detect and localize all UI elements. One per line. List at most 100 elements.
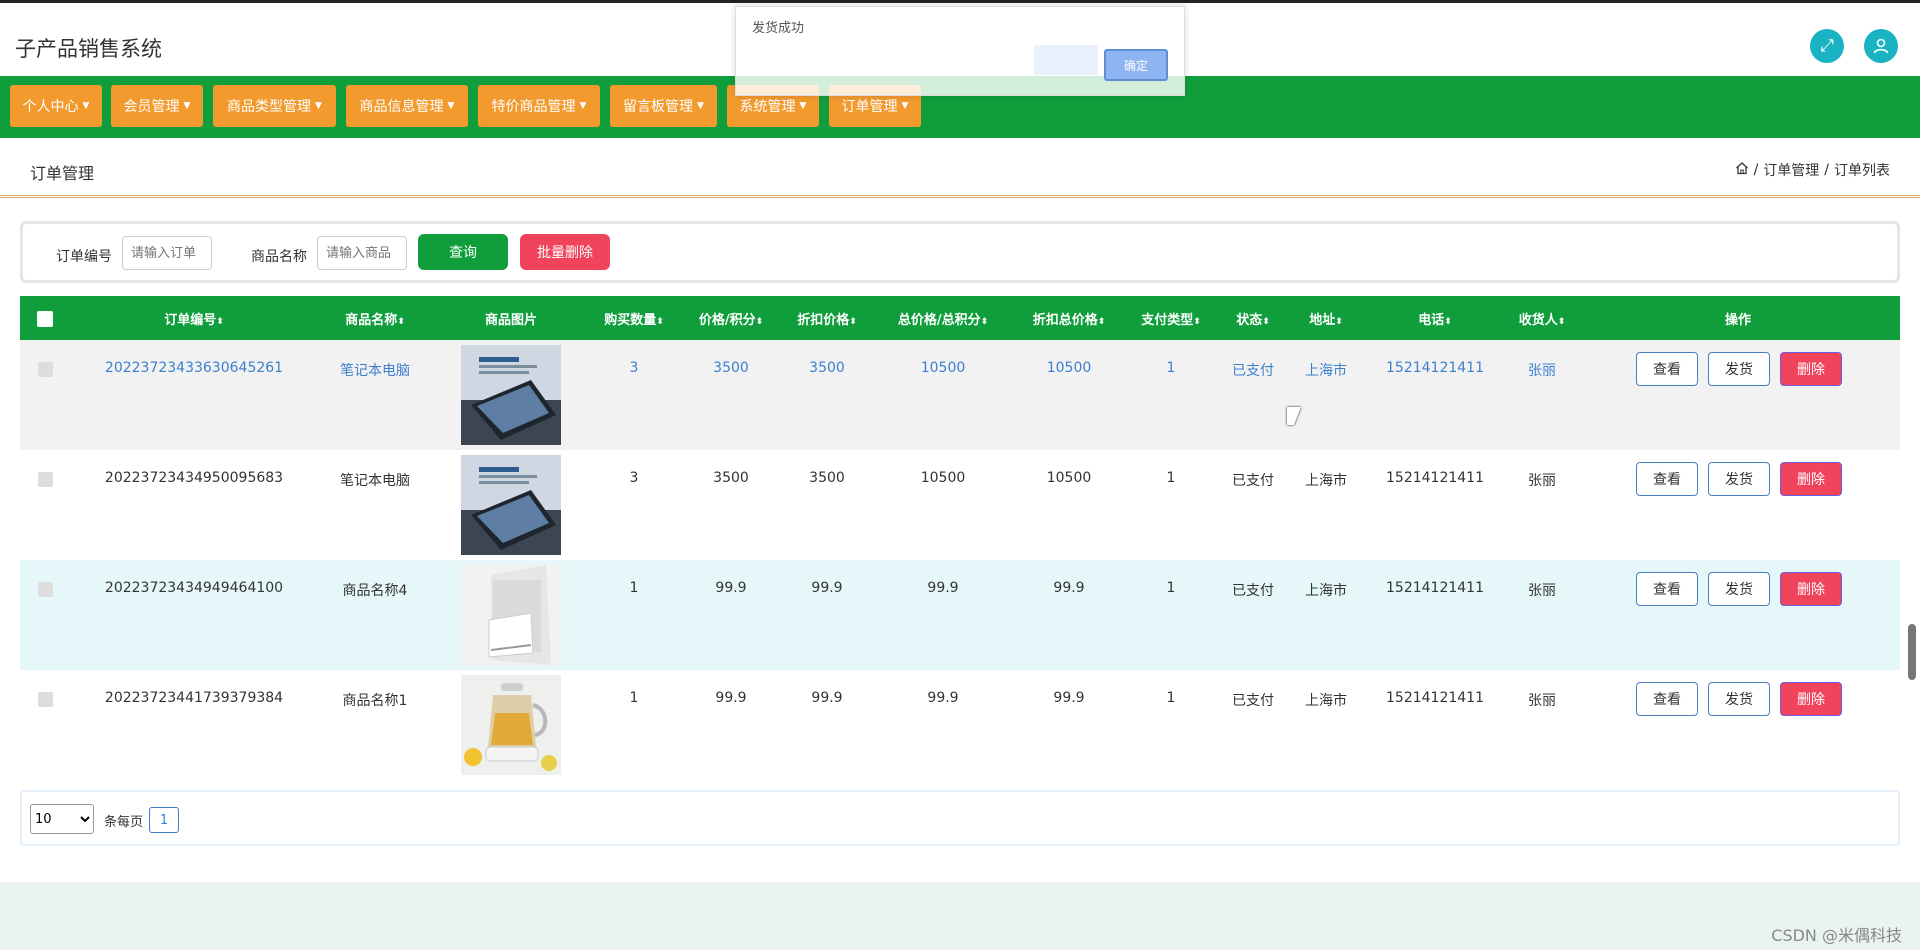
scrollbar-thumb[interactable] bbox=[1908, 624, 1916, 680]
cell-product: 商品名称1 bbox=[342, 693, 408, 709]
cell-pay-type: 1 bbox=[1166, 470, 1176, 486]
home-icon[interactable] bbox=[1735, 161, 1749, 179]
caret-down-icon: ▼ bbox=[447, 101, 455, 111]
column-header-pay-type[interactable]: 支付类型⬍ bbox=[1141, 309, 1201, 328]
column-header-total[interactable]: 总价格/总积分⬍ bbox=[898, 309, 988, 328]
sort-icon: ⬍ bbox=[1193, 317, 1201, 327]
table-row[interactable]: 20223723434949464100 商品名称4 1 99.9 99.9 9… bbox=[20, 560, 1900, 670]
column-header-discount-total[interactable]: 折扣总价格⬍ bbox=[1033, 309, 1106, 328]
delete-button[interactable]: 删除 bbox=[1780, 352, 1842, 386]
view-button[interactable]: 查看 bbox=[1636, 462, 1698, 496]
cell-phone: 15214121411 bbox=[1386, 470, 1484, 486]
view-button[interactable]: 查看 bbox=[1636, 352, 1698, 386]
success-dialog: 发货成功 确定 bbox=[735, 6, 1185, 96]
cell-discount-total: 10500 bbox=[1046, 360, 1092, 376]
order-no-label: 订单编号 bbox=[56, 249, 112, 265]
orders-table: 订单编号⬍ 商品名称⬍ 商品图片 购买数量⬍ 价格/积分⬍ 折扣价格⬍ 总价格/… bbox=[20, 296, 1900, 780]
app-title: 子产品销售系统 bbox=[15, 37, 162, 61]
breadcrumb-item-orders[interactable]: 订单管理 bbox=[1763, 160, 1819, 180]
product-image-laptop bbox=[461, 455, 561, 555]
row-checkbox[interactable] bbox=[38, 582, 53, 597]
dialog-message: 发货成功 bbox=[752, 21, 805, 36]
per-page-label: 条每页 bbox=[104, 815, 144, 830]
table-row[interactable]: 20223723434950095683 笔记本电脑 3 3500 3500 1… bbox=[20, 450, 1900, 560]
cell-discount-price: 99.9 bbox=[811, 580, 843, 596]
product-name-input[interactable] bbox=[317, 236, 407, 270]
cell-price: 99.9 bbox=[715, 690, 747, 706]
cell-phone: 15214121411 bbox=[1386, 690, 1484, 706]
row-checkbox[interactable] bbox=[38, 692, 53, 707]
cell-discount-total: 99.9 bbox=[1053, 580, 1085, 596]
table-row[interactable]: 20223723441739379384 商品名称1 1 99.9 99.9 9… bbox=[20, 670, 1900, 780]
nav-item-product-info[interactable]: 商品信息管理 ▼ bbox=[346, 85, 468, 127]
ship-button[interactable]: 发货 bbox=[1708, 682, 1770, 716]
cell-qty: 3 bbox=[629, 470, 639, 486]
nav-item-message-board[interactable]: 留言板管理 ▼ bbox=[610, 85, 717, 127]
cell-discount-total: 10500 bbox=[1046, 470, 1092, 486]
user-icon[interactable] bbox=[1864, 29, 1898, 63]
mouse-cursor-icon bbox=[1287, 407, 1301, 425]
cell-qty: 1 bbox=[629, 580, 639, 596]
ship-button[interactable]: 发货 bbox=[1708, 352, 1770, 386]
cell-phone: 15214121411 bbox=[1386, 360, 1484, 376]
cell-status: 已支付 bbox=[1232, 693, 1274, 709]
fullscreen-icon[interactable]: ⤢ bbox=[1810, 29, 1844, 63]
watermark: CSDN @米偶科技 bbox=[1771, 926, 1902, 945]
page-size-select[interactable]: 10 bbox=[30, 804, 94, 834]
select-all-checkbox[interactable] bbox=[37, 311, 53, 327]
nav-item-personal[interactable]: 个人中心 ▼ bbox=[10, 85, 102, 127]
sort-icon: ⬍ bbox=[849, 317, 857, 327]
nav-item-product-types[interactable]: 商品类型管理 ▼ bbox=[213, 85, 336, 127]
batch-delete-button[interactable]: 批量删除 bbox=[520, 234, 610, 270]
cell-receiver: 张丽 bbox=[1528, 473, 1556, 489]
cell-price: 3500 bbox=[713, 470, 749, 486]
sort-icon: ⬍ bbox=[397, 317, 405, 327]
column-header-qty[interactable]: 购买数量⬍ bbox=[604, 309, 664, 328]
delete-button[interactable]: 删除 bbox=[1780, 462, 1842, 496]
ship-button[interactable]: 发货 bbox=[1708, 572, 1770, 606]
cell-receiver: 张丽 bbox=[1528, 693, 1556, 709]
column-header-order-no[interactable]: 订单编号⬍ bbox=[164, 309, 224, 328]
dialog-ok-button[interactable]: 确定 bbox=[1104, 49, 1168, 81]
column-header-price[interactable]: 价格/积分⬍ bbox=[699, 309, 763, 328]
cell-price: 99.9 bbox=[715, 580, 747, 596]
search-panel: 订单编号 商品名称 查询 批量删除 bbox=[20, 221, 1900, 283]
caret-down-icon: ▼ bbox=[183, 101, 191, 111]
caret-down-icon: ▼ bbox=[901, 101, 909, 111]
column-header-image: 商品图片 bbox=[484, 313, 538, 328]
column-header-phone[interactable]: 电话⬍ bbox=[1418, 309, 1452, 328]
view-button[interactable]: 查看 bbox=[1636, 572, 1698, 606]
caret-down-icon: ▼ bbox=[799, 101, 807, 111]
row-checkbox[interactable] bbox=[38, 472, 53, 487]
cell-discount-total: 99.9 bbox=[1053, 690, 1085, 706]
column-header-discount-price[interactable]: 折扣价格⬍ bbox=[797, 309, 857, 328]
order-no-input[interactable] bbox=[122, 236, 212, 270]
table-row[interactable]: 20223723433630645261 笔记本电脑 3 3500 3500 1… bbox=[20, 340, 1900, 450]
ship-button[interactable]: 发货 bbox=[1708, 462, 1770, 496]
row-checkbox[interactable] bbox=[38, 362, 53, 377]
nav-item-members[interactable]: 会员管理 ▼ bbox=[111, 85, 203, 127]
page-button-1[interactable]: 1 bbox=[149, 807, 179, 833]
caret-down-icon: ▼ bbox=[315, 101, 322, 111]
query-button[interactable]: 查询 bbox=[418, 234, 508, 270]
cell-receiver: 张丽 bbox=[1528, 363, 1556, 379]
product-image-laptop bbox=[461, 345, 561, 445]
column-header-status[interactable]: 状态⬍ bbox=[1236, 309, 1270, 328]
delete-button[interactable]: 删除 bbox=[1780, 572, 1842, 606]
delete-button[interactable]: 删除 bbox=[1780, 682, 1842, 716]
product-name-label: 商品名称 bbox=[251, 249, 307, 265]
cell-status: 已支付 bbox=[1232, 583, 1274, 599]
sort-icon: ⬍ bbox=[1335, 317, 1343, 327]
nav-item-special-products[interactable]: 特价商品管理 ▼ bbox=[478, 85, 600, 127]
caret-down-icon: ▼ bbox=[82, 101, 90, 111]
cell-discount-price: 3500 bbox=[809, 470, 845, 486]
column-header-product[interactable]: 商品名称⬍ bbox=[345, 309, 405, 328]
column-header-address[interactable]: 地址⬍ bbox=[1309, 309, 1343, 328]
cell-price: 3500 bbox=[713, 360, 749, 376]
cell-address: 上海市 bbox=[1305, 583, 1347, 599]
cell-address: 上海市 bbox=[1305, 693, 1347, 709]
column-header-receiver[interactable]: 收货人⬍ bbox=[1519, 309, 1566, 328]
view-button[interactable]: 查看 bbox=[1636, 682, 1698, 716]
sort-icon: ⬍ bbox=[980, 317, 989, 327]
cell-qty: 1 bbox=[629, 690, 639, 706]
